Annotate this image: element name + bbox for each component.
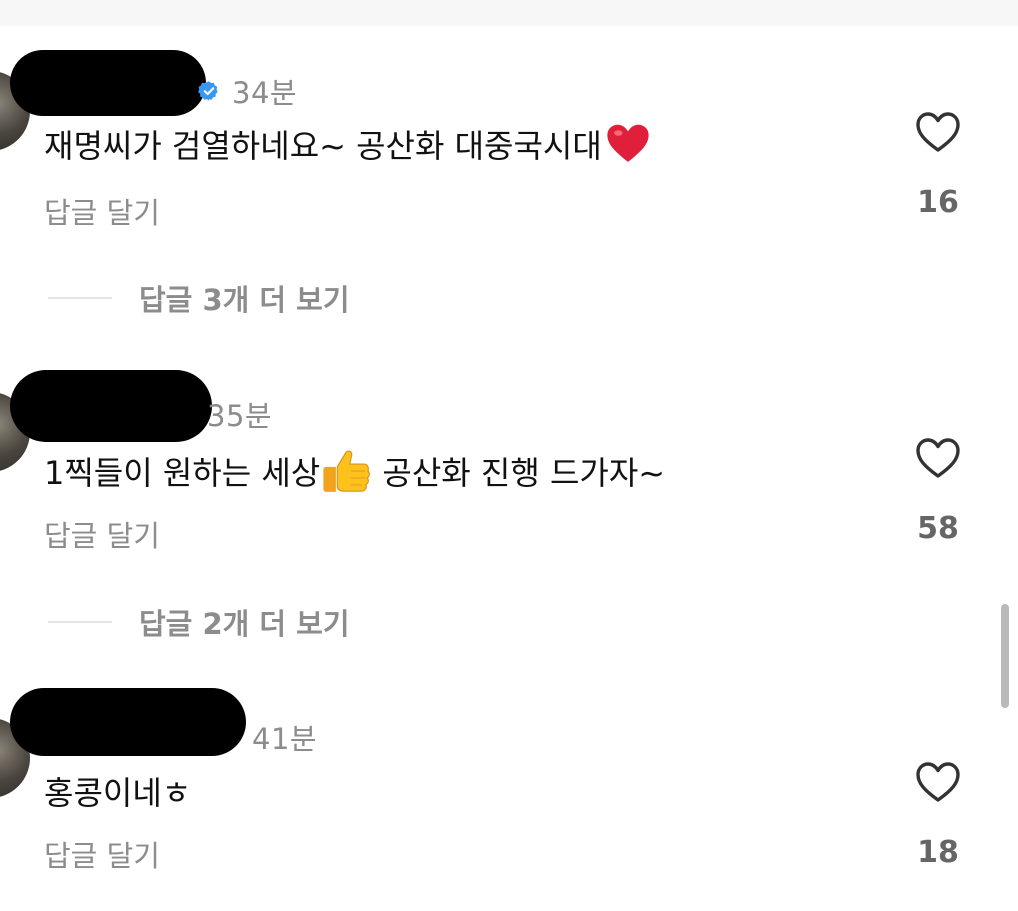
divider-line [48, 621, 112, 623]
comment-time: 35분 [207, 399, 273, 433]
scrollbar[interactable] [1001, 604, 1009, 708]
redacted-username [10, 370, 212, 442]
view-more-replies[interactable]: 답글 2개 더 보기 [48, 602, 350, 642]
reply-button[interactable]: 답글 달기 [44, 833, 160, 875]
like-count: 58 [917, 511, 959, 546]
comment-text-body: 홍콩이네ㅎ [44, 774, 192, 812]
comment-3: 41분 홍콩이네ㅎ 답글 달기 18 [0, 0, 1018, 873]
reply-button[interactable]: 답글 달기 [44, 513, 160, 555]
comment-text: 1찍들이 원하는 세상 공산화 진행 드가자~ [44, 447, 665, 495]
heart-outline-icon[interactable] [914, 436, 962, 480]
comment-text: 홍콩이네ㅎ [44, 768, 191, 814]
thumbs-up-emoji [323, 450, 371, 492]
redacted-username [10, 688, 246, 756]
view-more-replies-label: 답글 2개 더 보기 [139, 607, 350, 641]
comment-time: 41분 [252, 722, 318, 756]
like-count: 18 [917, 835, 959, 870]
comment-text-body: 1찍들이 원하는 세상 [44, 454, 321, 492]
comment-text-tail: 공산화 진행 드가자~ [372, 454, 666, 492]
heart-outline-icon[interactable] [914, 760, 962, 804]
